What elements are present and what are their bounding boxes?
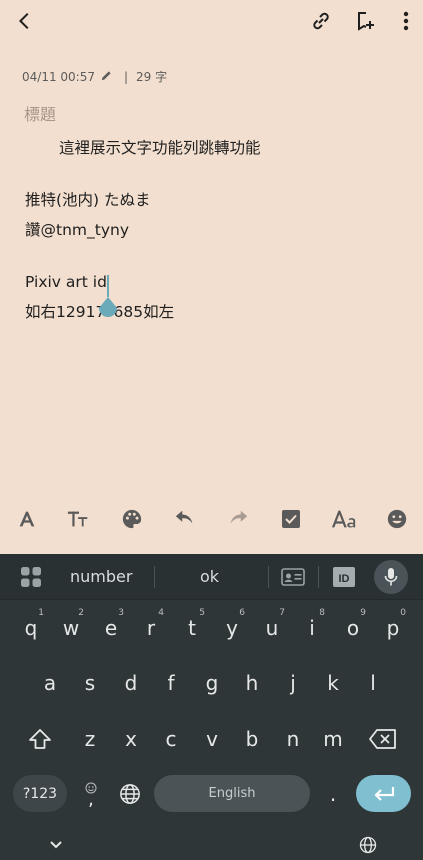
text-style-icon[interactable] bbox=[14, 506, 40, 532]
symbols-key[interactable]: ?123 bbox=[13, 775, 67, 812]
note-body[interactable]: 這裡展示文字功能列跳轉功能 推特(池内) たぬま 讚@tnm_tyny Pixi… bbox=[25, 133, 405, 327]
key-u[interactable]: u7 bbox=[254, 606, 290, 650]
note-meta: 04/11 00:57 | 29 字 bbox=[22, 68, 167, 85]
key-x[interactable]: x bbox=[113, 717, 149, 761]
emoji-icon[interactable] bbox=[384, 506, 410, 532]
key-t[interactable]: t5 bbox=[174, 606, 210, 650]
key-g[interactable]: g bbox=[194, 661, 230, 705]
key-s[interactable]: s bbox=[72, 661, 108, 705]
emoji-comma-key[interactable]: , bbox=[78, 775, 104, 812]
enter-key[interactable] bbox=[356, 775, 411, 812]
key-e[interactable]: e3 bbox=[93, 606, 129, 650]
color-palette-icon[interactable] bbox=[119, 506, 145, 532]
microphone-icon[interactable] bbox=[374, 560, 408, 594]
suggestion-item[interactable]: number bbox=[70, 554, 132, 600]
key-r[interactable]: r4 bbox=[133, 606, 169, 650]
undo-icon[interactable] bbox=[172, 506, 198, 532]
cursor-handle[interactable] bbox=[98, 297, 118, 319]
redo-icon[interactable] bbox=[225, 506, 251, 532]
language-globe-icon[interactable] bbox=[356, 830, 380, 860]
key-b[interactable]: b bbox=[234, 717, 270, 761]
key-k[interactable]: k bbox=[315, 661, 351, 705]
keyboard-bottom-bar bbox=[0, 830, 423, 860]
suggestion-strip: number ok ID bbox=[0, 554, 423, 600]
globe-icon[interactable] bbox=[116, 775, 144, 812]
key-d[interactable]: d bbox=[113, 661, 149, 705]
suggestion-item[interactable]: ok bbox=[200, 554, 219, 600]
hide-keyboard-icon[interactable] bbox=[44, 830, 68, 860]
note-line: 讚@tnm_tyny bbox=[25, 221, 129, 239]
key-n[interactable]: n bbox=[275, 717, 311, 761]
period-key[interactable]: . bbox=[322, 775, 344, 812]
key-z[interactable]: z bbox=[72, 717, 108, 761]
text-cursor bbox=[107, 275, 109, 297]
font-icon[interactable] bbox=[331, 506, 357, 532]
format-toolbar bbox=[0, 498, 423, 540]
key-a[interactable]: a bbox=[32, 661, 68, 705]
back-arrow-icon[interactable] bbox=[12, 8, 38, 34]
key-p[interactable]: p0 bbox=[375, 606, 411, 650]
note-line: 推特(池内) たぬま bbox=[25, 191, 151, 209]
pencil-icon bbox=[101, 70, 112, 84]
contact-card-icon[interactable] bbox=[280, 567, 306, 587]
text-size-icon[interactable] bbox=[66, 506, 92, 532]
svg-text:ID: ID bbox=[339, 573, 350, 585]
space-bar[interactable]: English bbox=[154, 775, 310, 812]
title-input[interactable]: 標題 bbox=[24, 101, 56, 125]
key-l[interactable]: l bbox=[355, 661, 391, 705]
note-line: 這裡展示文字功能列跳轉功能 bbox=[59, 139, 261, 157]
meta-separator: | bbox=[123, 69, 129, 84]
key-m[interactable]: m bbox=[315, 717, 351, 761]
backspace-icon[interactable] bbox=[363, 719, 403, 759]
key-c[interactable]: c bbox=[153, 717, 189, 761]
key-q[interactable]: q1 bbox=[13, 606, 49, 650]
char-count: 29 字 bbox=[136, 70, 168, 84]
shift-icon[interactable] bbox=[22, 719, 58, 759]
checkbox-icon[interactable] bbox=[278, 506, 304, 532]
add-bookmark-icon[interactable] bbox=[352, 8, 378, 34]
link-icon[interactable] bbox=[308, 8, 334, 34]
note-line: Pixiv art id bbox=[25, 273, 107, 291]
key-j[interactable]: j bbox=[275, 661, 311, 705]
key-v[interactable]: v bbox=[194, 717, 230, 761]
key-y[interactable]: y6 bbox=[214, 606, 250, 650]
note-datetime: 04/11 00:57 bbox=[22, 69, 95, 84]
key-f[interactable]: f bbox=[153, 661, 189, 705]
id-badge-icon[interactable]: ID bbox=[332, 566, 356, 588]
keyboard: number ok ID q1 w2 e3 r4 t5 y6 u7 i8 o9 … bbox=[0, 554, 423, 860]
note-line: 如右12917?685如左 bbox=[25, 303, 175, 321]
key-i[interactable]: i8 bbox=[294, 606, 330, 650]
key-w[interactable]: w2 bbox=[53, 606, 89, 650]
key-o[interactable]: o9 bbox=[335, 606, 371, 650]
more-options-icon[interactable] bbox=[393, 8, 419, 34]
apps-grid-icon[interactable] bbox=[18, 565, 44, 589]
top-app-bar bbox=[0, 0, 423, 42]
key-h[interactable]: h bbox=[234, 661, 270, 705]
